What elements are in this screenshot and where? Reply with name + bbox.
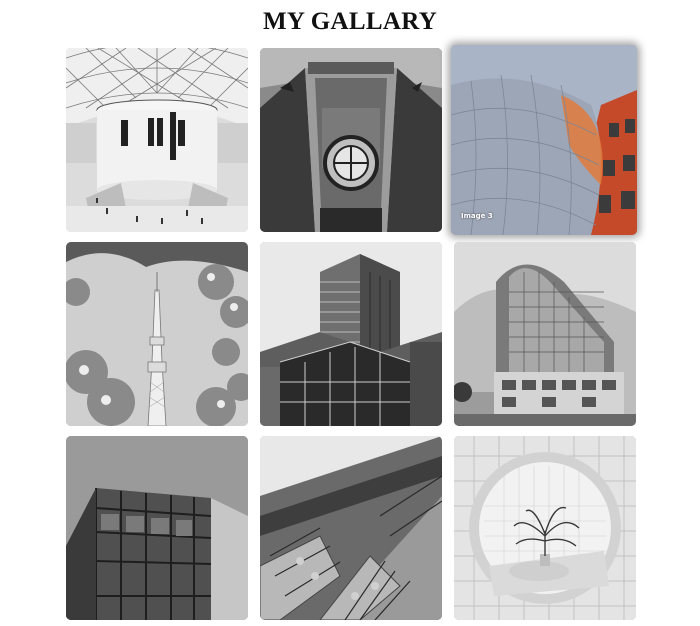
curved-metal-facade-photo <box>451 45 637 235</box>
gallery-image-3[interactable]: Image 3 <box>451 45 637 235</box>
gallery-image-8[interactable] <box>260 436 442 620</box>
gallery-image-1[interactable] <box>66 48 248 232</box>
gallery-image-2[interactable] <box>260 48 442 232</box>
curved-office-building-photo <box>454 242 636 426</box>
circular-window-palm-photo <box>454 436 636 620</box>
gallery-image-5[interactable] <box>260 242 442 426</box>
gallery-image-7[interactable] <box>66 436 248 620</box>
gallery-image-6[interactable] <box>454 242 636 426</box>
glass-office-corner-photo <box>66 436 248 620</box>
porthole-building-photo <box>260 48 442 232</box>
gallery-image-4[interactable] <box>66 242 248 426</box>
tower-blossoms-photo <box>66 242 248 426</box>
gallery-title: MY GALLARY <box>262 8 438 35</box>
glass-skyscraper-photo <box>260 242 442 426</box>
gallery-image-9[interactable] <box>454 436 636 620</box>
ornate-columns-photo <box>260 436 442 620</box>
rotunda-photo <box>66 48 248 232</box>
image-caption: Image 3 <box>461 212 493 220</box>
